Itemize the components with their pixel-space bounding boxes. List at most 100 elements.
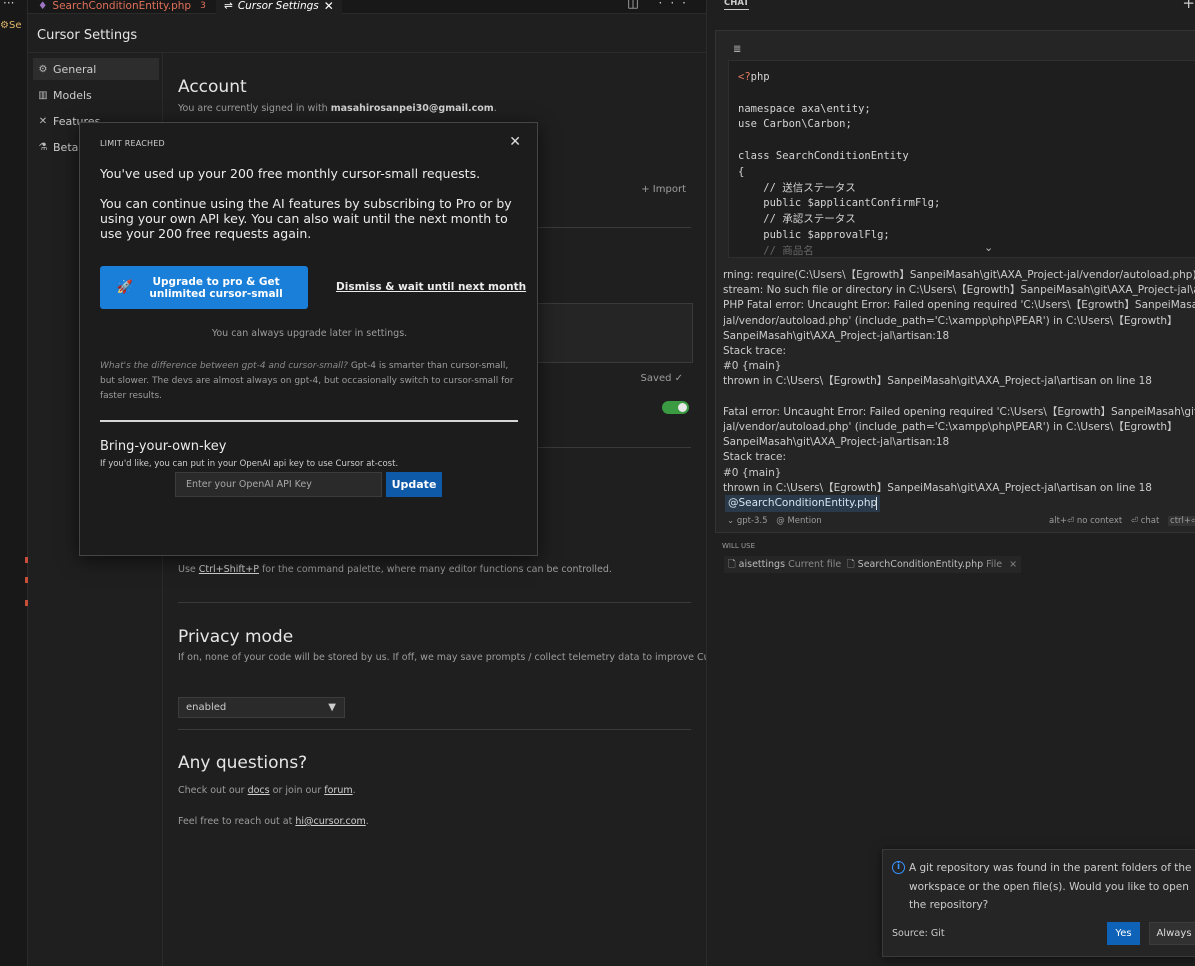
api-key-input[interactable]: Enter your OpenAI API Key bbox=[175, 472, 382, 497]
privacy-description: If on, none of your code will be stored … bbox=[178, 652, 731, 663]
nav-item-general[interactable]: ⚙ General bbox=[33, 58, 159, 80]
import-button[interactable]: + Import bbox=[641, 184, 686, 195]
error-line: jal/vendor/autoload.php' (include_path='… bbox=[723, 314, 1178, 327]
mention-button[interactable]: @ Mention bbox=[776, 516, 821, 526]
file-icon: 🗋 bbox=[728, 559, 736, 570]
tab-label: Cursor Settings bbox=[237, 0, 319, 12]
account-heading: Account bbox=[178, 77, 247, 97]
error-line: thrown in C:\Users\【Egrowth】SanpeiMasah\… bbox=[723, 375, 1152, 388]
dropdown-arrow-icon: ▼ bbox=[328, 702, 336, 713]
error-line: PHP Fatal error: Uncaught Error: Failed … bbox=[723, 299, 1195, 312]
model-difference-note: What's the difference between gpt-4 and … bbox=[100, 361, 514, 401]
nav-item-models[interactable]: ▥ Models bbox=[33, 84, 159, 106]
code-line: public $approvalFlg; bbox=[738, 228, 890, 241]
tools-icon: ✕ bbox=[38, 115, 48, 127]
tab-label: SearchConditionEntity.php bbox=[52, 0, 192, 12]
code-line: class SearchConditionEntity bbox=[738, 149, 909, 162]
explorer-file-prefix[interactable]: ⚙Se bbox=[0, 20, 21, 31]
error-output: rning: require(C:\Users\【Egrowth】SanpeiM… bbox=[723, 268, 1195, 496]
overflow-menu-icon[interactable]: ··· bbox=[3, 0, 14, 10]
editor-actions[interactable]: ◫ ··· bbox=[627, 0, 694, 10]
error-line: Stack trace: bbox=[723, 451, 787, 464]
yes-button[interactable]: Yes bbox=[1107, 922, 1140, 945]
shortcut-link[interactable]: Ctrl+Shift+P bbox=[199, 564, 259, 575]
will-use-label: WILL USE bbox=[722, 542, 756, 550]
git-notification: i A git repository was found in the pare… bbox=[882, 849, 1195, 957]
feature-toggle[interactable] bbox=[662, 401, 689, 414]
modal-title: You've used up your 200 free monthly cur… bbox=[100, 166, 481, 181]
error-line: thrown in C:\Users\【Egrowth】SanpeiMasah\… bbox=[723, 481, 1152, 494]
notification-source: Source: Git bbox=[892, 928, 945, 939]
nav-label: General bbox=[53, 62, 97, 76]
divider bbox=[100, 420, 518, 422]
app-window: ··· ⚙Se ♦ SearchConditionEntity.php 3 ⇌ … bbox=[0, 0, 1195, 966]
upgrade-label: Upgrade to pro & Get unlimited cursor-sm… bbox=[149, 275, 283, 300]
new-chat-icon[interactable]: + bbox=[1182, 0, 1195, 12]
file-mention[interactable]: @SearchConditionEntity.php bbox=[725, 495, 881, 512]
code-line: // 承認ステータス bbox=[738, 213, 856, 226]
code-line: { bbox=[738, 165, 745, 178]
forum-link[interactable]: forum bbox=[324, 785, 352, 796]
code-line: <?php bbox=[738, 71, 770, 83]
code-block-icon: ≣ bbox=[733, 44, 742, 55]
text-cursor bbox=[876, 497, 877, 510]
flask-icon: ⚗ bbox=[38, 141, 48, 153]
questions-heading: Any questions? bbox=[178, 753, 308, 773]
byok-description: If you'd like, you can put in your OpenA… bbox=[100, 459, 399, 469]
code-line: // 送信ステータス bbox=[738, 181, 856, 194]
upgrade-button[interactable]: 🚀 Upgrade to pro & Get unlimited cursor-… bbox=[100, 266, 308, 309]
code-line: // 商品名 bbox=[738, 244, 814, 257]
privacy-heading: Privacy mode bbox=[178, 627, 294, 647]
saved-status: Saved ✓ bbox=[640, 373, 683, 384]
error-line: rning: require(C:\Users\【Egrowth】SanpeiM… bbox=[723, 269, 1195, 281]
error-line: Fatal error: Uncaught Error: Failed open… bbox=[723, 405, 1195, 418]
chevron-down-icon[interactable]: ⌄ bbox=[984, 241, 993, 254]
model-selector[interactable]: ⌄ gpt-3.5 bbox=[727, 516, 768, 526]
privacy-mode-select[interactable]: enabled ▼ bbox=[178, 697, 345, 718]
chat-tab[interactable]: CHAT bbox=[724, 0, 750, 10]
error-line: Stack trace: bbox=[723, 345, 787, 358]
error-line: jal/vendor/autoload.php' (include_path='… bbox=[723, 421, 1178, 434]
codebase-hint[interactable]: ctrl+⏎ with bbox=[1168, 516, 1195, 526]
error-line: SanpeiMasah\git\AXA_Project-jal\artisan:… bbox=[723, 329, 950, 342]
rocket-icon: 🚀 bbox=[116, 279, 134, 295]
file-icon: 🗋 bbox=[847, 559, 855, 570]
error-line bbox=[723, 390, 1195, 405]
editor-tab-bar: ♦ SearchConditionEntity.php 3 ⇌ Cursor S… bbox=[28, 0, 706, 14]
close-icon[interactable]: ✕ bbox=[509, 134, 521, 150]
settings-title: Cursor Settings bbox=[37, 28, 138, 43]
gear-icon: ⚙ bbox=[38, 63, 48, 75]
code-line: public $applicantConfirmFlg; bbox=[738, 197, 941, 210]
always-button[interactable]: Always bbox=[1149, 922, 1195, 945]
dismiss-link[interactable]: Dismiss & wait until next month bbox=[336, 281, 526, 293]
chat-submit-hint[interactable]: ⏎ chat bbox=[1131, 516, 1159, 526]
context-chip-search-condition-entity[interactable]: 🗋 SearchConditionEntity.php File × bbox=[843, 556, 1022, 573]
select-value: enabled bbox=[186, 702, 227, 713]
settings-tab-icon: ⇌ bbox=[224, 0, 233, 12]
tab-search-condition-entity[interactable]: ♦ SearchConditionEntity.php 3 bbox=[38, 0, 206, 14]
close-tab-icon[interactable]: ✕ bbox=[324, 0, 334, 13]
tab-cursor-settings[interactable]: ⇌ Cursor Settings ✕ bbox=[216, 0, 342, 14]
no-context-hint[interactable]: alt+⏎ no context bbox=[1049, 516, 1122, 526]
chat-footer-left: ⌄ gpt-3.5 @ Mention bbox=[727, 516, 822, 526]
account-email: masahirosanpei30@gmail.com bbox=[330, 103, 494, 114]
php-file-icon: ♦ bbox=[38, 0, 48, 12]
chart-icon: ▥ bbox=[38, 89, 48, 101]
divider bbox=[178, 729, 691, 730]
contact-email-link[interactable]: hi@cursor.com bbox=[295, 816, 365, 827]
error-line: SanpeiMasah\git\AXA_Project-jal\artisan:… bbox=[723, 436, 950, 449]
upgrade-later-note: You can always upgrade later in settings… bbox=[211, 328, 408, 339]
remove-chip-icon[interactable]: × bbox=[1009, 559, 1017, 570]
notification-message: A git repository was found in the parent… bbox=[909, 862, 1192, 911]
code-line: namespace axa\entity; bbox=[738, 102, 871, 115]
docs-link[interactable]: docs bbox=[248, 785, 270, 796]
chat-input-box[interactable]: ≣ <?php namespace axa\entity; use Carbon\… bbox=[715, 30, 1195, 533]
context-chip-aisettings[interactable]: 🗋 aisettings Current file bbox=[724, 556, 846, 573]
code-line: use Carbon\Carbon; bbox=[738, 118, 852, 131]
info-icon: i bbox=[892, 861, 905, 874]
nav-label: Models bbox=[53, 88, 92, 102]
code-block: <?php namespace axa\entity; use Carbon\Ca… bbox=[728, 60, 1195, 258]
update-button[interactable]: Update bbox=[386, 472, 442, 497]
error-line: #0 {main} bbox=[723, 466, 782, 479]
